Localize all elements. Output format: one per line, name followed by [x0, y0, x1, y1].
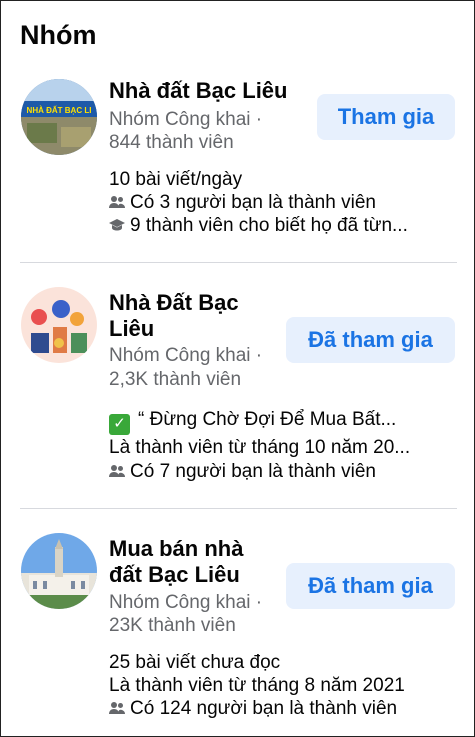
group-unread-posts: 25 bài viết chưa đọc: [109, 652, 281, 673]
group-friends-info: Có 3 người bạn là thành viên: [109, 191, 376, 215]
friends-icon: [109, 461, 125, 477]
friends-text: Có 7 người bạn là thành viên: [130, 461, 376, 482]
group-name[interactable]: Nhà Đất Bạc Liêu: [109, 290, 279, 342]
divider: [20, 262, 457, 263]
group-avatar[interactable]: [21, 533, 97, 609]
divider: [20, 508, 457, 509]
group-name[interactable]: Nhà đất Bạc Liêu: [109, 78, 309, 104]
group-avatar[interactable]: NHÀ ĐẤT BẠC LI: [21, 79, 97, 155]
group-privacy: Nhóm Công khai ·: [109, 109, 263, 130]
latest-post-text: “ Đừng Chờ Đợi Để Mua Bất...: [138, 409, 397, 430]
group-avatar[interactable]: [21, 287, 97, 363]
group-latest-post: ✓ “ Đừng Chờ Đợi Để Mua Bất...: [109, 408, 396, 435]
join-button[interactable]: Tham gia: [317, 94, 455, 140]
group-member-since: Là thành viên từ tháng 10 năm 20...: [109, 437, 411, 458]
education-text: 9 thành viên cho biết họ đã từn...: [130, 215, 408, 236]
group-education-info: 9 thành viên cho biết họ đã từn...: [109, 214, 408, 238]
section-title: Nhóm: [20, 20, 97, 50]
graduation-cap-icon: [109, 215, 125, 231]
group-member-since: Là thành viên từ tháng 8 năm 2021: [109, 675, 405, 696]
checkmark-icon: ✓: [109, 413, 130, 435]
friends-icon: [109, 698, 125, 714]
group-friends-info: Có 124 người bạn là thành viên: [109, 697, 397, 721]
group-privacy: Nhóm Công khai ·: [109, 345, 263, 366]
group-name[interactable]: Mua bán nhà đất Bạc Liêu: [109, 536, 279, 588]
group-friends-info: Có 7 người bạn là thành viên: [109, 460, 376, 484]
group-member-count: 844 thành viên: [109, 132, 234, 153]
avatar-text: NHÀ ĐẤT BẠC LI: [27, 105, 92, 115]
friends-text: Có 3 người bạn là thành viên: [130, 192, 376, 213]
joined-button[interactable]: Đã tham gia: [286, 317, 455, 363]
group-member-count: 23K thành viên: [109, 615, 236, 636]
group-member-count: 2,3K thành viên: [109, 369, 242, 390]
group-privacy: Nhóm Công khai ·: [109, 592, 263, 613]
group-post-frequency: 10 bài viết/ngày: [109, 169, 243, 190]
friends-text: Có 124 người bạn là thành viên: [130, 698, 398, 719]
joined-button[interactable]: Đã tham gia: [286, 563, 455, 609]
friends-icon: [109, 192, 125, 208]
